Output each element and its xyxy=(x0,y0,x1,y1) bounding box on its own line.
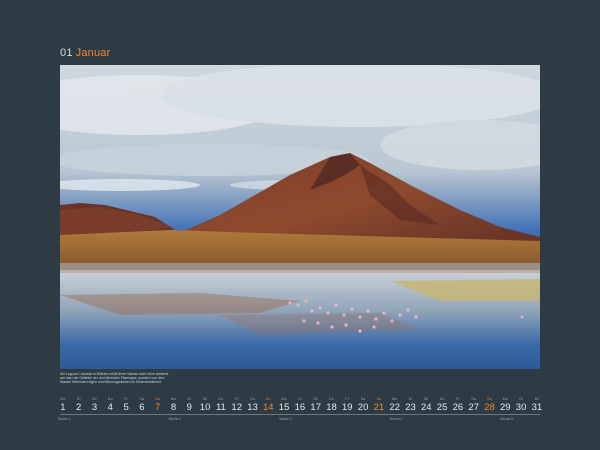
calendar-day: Mi 24 xyxy=(418,397,434,413)
day-number: 21 xyxy=(373,402,385,413)
calendar-day: Mi 31 xyxy=(529,397,545,413)
day-number: 14 xyxy=(263,402,274,413)
day-number: 10 xyxy=(199,402,211,413)
day-number: 7 xyxy=(155,402,161,413)
calendar-day: So 7 xyxy=(150,397,166,413)
day-number: 28 xyxy=(484,402,495,413)
day-number: 30 xyxy=(515,402,527,413)
day-number: 16 xyxy=(294,402,306,413)
month-name: Januar xyxy=(75,47,111,59)
calendar-day: Mo 8 xyxy=(166,397,182,413)
calendar-day: Do 25 xyxy=(434,397,450,413)
week-label: Woche 3 xyxy=(279,416,292,421)
day-number: 1 xyxy=(60,402,66,413)
calendar-day: Mi 3 xyxy=(87,397,103,413)
calendar-day: Do 4 xyxy=(102,397,118,413)
calendar-day: Sa 20 xyxy=(355,397,371,413)
day-number: 5 xyxy=(123,402,129,413)
day-number: 12 xyxy=(231,402,242,413)
month-header: 01 Januar xyxy=(60,47,110,59)
calendar-day: Di 30 xyxy=(513,397,529,413)
day-number: 19 xyxy=(342,402,353,413)
calendar-strip: Mo 1 Di 2 Mi 3 Do 4 Fr 5 Sa 6 So 7 Mo 8 Di 9 Mi 10 Do 11 Fr 12 S… xyxy=(55,397,545,423)
day-number: 6 xyxy=(139,402,145,413)
calendar-day: Di 23 xyxy=(403,397,419,413)
day-number: 26 xyxy=(452,402,464,413)
calendar-day: Do 11 xyxy=(213,397,229,413)
day-number: 11 xyxy=(215,402,226,413)
calendar-day: Sa 13 xyxy=(245,397,261,413)
day-number: 31 xyxy=(531,402,543,413)
calendar-day: Mi 17 xyxy=(308,397,324,413)
week-label: Woche 2 xyxy=(168,416,182,421)
day-number: 22 xyxy=(389,402,400,413)
calendar-divider xyxy=(60,414,540,415)
day-number: 27 xyxy=(468,402,479,413)
calendar-day: Fr 5 xyxy=(118,397,134,413)
day-number: 13 xyxy=(247,402,258,413)
calendar-day: Di 2 xyxy=(71,397,87,413)
week-label: Woche 5 xyxy=(500,416,513,421)
calendar-day: Mi 10 xyxy=(197,397,213,413)
calendar-day: Mo 1 xyxy=(55,397,71,413)
month-number: 01 xyxy=(60,47,73,59)
day-number: 15 xyxy=(278,402,290,413)
calendar-day: Sa 6 xyxy=(134,397,150,413)
day-number: 2 xyxy=(76,402,82,413)
calendar-day: Fr 12 xyxy=(229,397,245,413)
calendar-day: So 21 xyxy=(371,397,387,413)
calendar-day: Fr 19 xyxy=(339,397,355,413)
day-number: 25 xyxy=(436,402,448,413)
week-label: Woche 1 xyxy=(58,416,71,421)
calendar-day: Do 18 xyxy=(324,397,340,413)
calendar-day: Di 9 xyxy=(181,397,197,413)
calendar-day: Mo 15 xyxy=(276,397,292,413)
photo-caption: Die Laguna Colorada in Bolivien erhält i… xyxy=(60,372,169,385)
day-number: 8 xyxy=(170,402,177,413)
calendar-day: Mo 29 xyxy=(497,397,513,413)
day-number: 18 xyxy=(326,402,337,413)
day-number: 29 xyxy=(500,402,511,413)
day-number: 3 xyxy=(91,402,98,413)
day-number: 9 xyxy=(186,402,192,413)
day-number: 17 xyxy=(310,402,321,413)
day-number: 23 xyxy=(405,402,416,413)
calendar-day: So 28 xyxy=(482,397,498,413)
day-number: 20 xyxy=(357,402,369,413)
calendar-day: So 14 xyxy=(260,397,276,413)
week-label: Woche 4 xyxy=(389,416,403,421)
calendar-day: Di 16 xyxy=(292,397,308,413)
calendar-day: Fr 26 xyxy=(450,397,466,413)
day-number: 24 xyxy=(421,402,432,413)
calendar-day: Mo 22 xyxy=(387,397,403,413)
calendar-day: Sa 27 xyxy=(466,397,482,413)
day-number: 4 xyxy=(107,402,113,413)
landscape-photo xyxy=(60,65,540,369)
